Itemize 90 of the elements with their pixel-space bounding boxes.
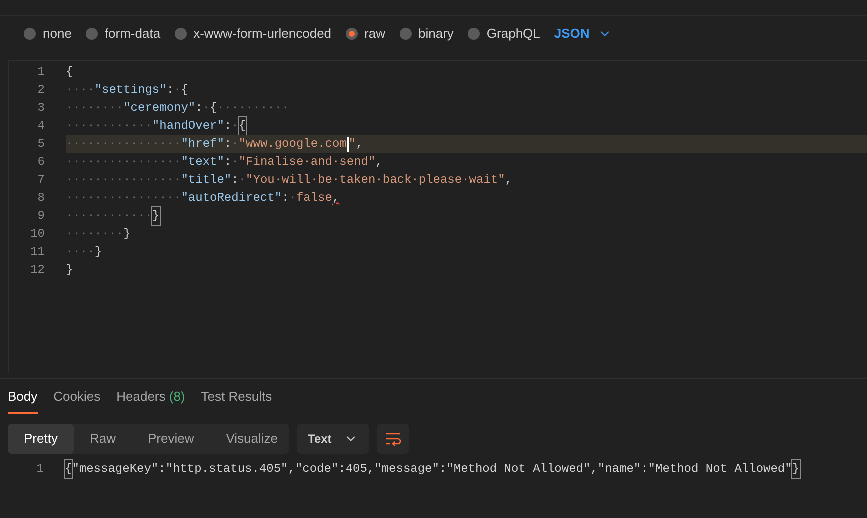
code-token: : xyxy=(282,190,290,207)
code-token: , xyxy=(505,172,512,189)
code-token: : xyxy=(224,154,232,171)
whitespace-dots: ············ xyxy=(66,208,152,225)
code-token: } xyxy=(66,262,74,279)
radio-label: binary xyxy=(418,25,454,44)
whitespace-dots: · xyxy=(238,172,246,189)
code-token: "Finalise·and·send" xyxy=(238,154,376,171)
whitespace-dots: ················ xyxy=(66,190,182,207)
whitespace-dots: ················ xyxy=(66,154,182,171)
line-number: 4 xyxy=(36,118,45,135)
code-token: : xyxy=(224,136,232,153)
code-token: "ceremony" xyxy=(124,100,196,117)
code-token: , xyxy=(356,136,364,153)
whitespace-dots: · xyxy=(174,82,182,99)
code-token: false xyxy=(296,190,332,207)
response-tab[interactable]: Headers (8) xyxy=(116,386,186,414)
code-token: } xyxy=(152,207,160,225)
whitespace-dots: ········ xyxy=(66,226,124,243)
code-editor[interactable] xyxy=(8,60,867,372)
code-token: : xyxy=(224,118,232,135)
code-token: "href" xyxy=(181,136,224,153)
radio-label: x-www-form-urlencoded xyxy=(194,25,332,44)
whitespace-dots: ················ xyxy=(66,136,182,153)
code-token: : xyxy=(232,172,239,189)
language-dropdown[interactable]: JSON xyxy=(554,24,612,44)
radio-label: raw xyxy=(364,25,386,44)
code-token: , xyxy=(376,154,383,171)
format-dropdown[interactable]: Text xyxy=(297,424,369,454)
radio-button[interactable] xyxy=(468,28,480,40)
whitespace-dots: ················ xyxy=(66,172,182,189)
whitespace-dots: · xyxy=(289,190,296,207)
radio-button[interactable] xyxy=(400,28,412,40)
line-number: 5 xyxy=(36,136,45,153)
line-number: 2 xyxy=(36,82,45,99)
code-token: "handOver" xyxy=(152,118,224,135)
view-mode-tab[interactable]: Visualize xyxy=(210,424,294,454)
line-number: 12 xyxy=(30,262,45,279)
code-token: { xyxy=(181,82,188,99)
code-token: } xyxy=(792,460,800,478)
code-token: , xyxy=(332,190,340,207)
code-token: { xyxy=(65,460,72,478)
code-token: "autoRedirect" xyxy=(181,190,282,207)
whitespace-dots: ············ xyxy=(66,118,152,135)
radio-button[interactable] xyxy=(86,28,98,40)
code-token: "title" xyxy=(181,172,232,189)
line-number: 6 xyxy=(36,154,45,171)
view-mode-tab[interactable]: Pretty xyxy=(8,424,74,454)
radio-label: GraphQL xyxy=(486,25,540,44)
radio-label: none xyxy=(43,25,72,44)
line-number: 1 xyxy=(36,64,45,81)
code-token: "messageKey":"http.status.405","code":405,"message":"Method Not Allowed","name":"Method Not Allowed" xyxy=(72,461,792,478)
line-number: 1 xyxy=(36,461,44,478)
line-number: 10 xyxy=(30,226,45,243)
code-token: " xyxy=(348,136,356,153)
whitespace-dots: · xyxy=(232,118,239,135)
code-token: { xyxy=(66,64,74,81)
line-number: 7 xyxy=(36,172,45,189)
code-token: : xyxy=(166,82,174,99)
response-tab[interactable]: Cookies xyxy=(54,386,101,414)
code-token: { xyxy=(210,100,218,117)
whitespace-dots: · xyxy=(202,100,210,117)
whitespace-dots: · xyxy=(232,136,239,153)
line-number: 8 xyxy=(36,190,45,207)
response-tab[interactable]: Test Results xyxy=(201,386,272,414)
code-token: "settings" xyxy=(94,82,167,99)
view-mode-tab[interactable]: Raw xyxy=(74,424,132,454)
code-token: } xyxy=(124,226,131,243)
radio-button[interactable] xyxy=(174,28,187,40)
code-token: } xyxy=(94,244,102,261)
code-token: "text" xyxy=(181,154,224,171)
response-tab[interactable]: Body xyxy=(8,386,38,414)
line-number: 11 xyxy=(30,244,45,261)
radio-button[interactable] xyxy=(24,28,36,40)
line-number: 9 xyxy=(36,208,45,225)
whitespace-dots: ···· xyxy=(66,82,95,99)
radio-label: form-data xyxy=(104,25,161,44)
code-token: "You·will·be·taken·back·please·wait" xyxy=(246,172,506,189)
line-number: 3 xyxy=(36,100,45,117)
whitespace-dots: ···· xyxy=(66,244,95,261)
view-mode-tab[interactable]: Preview xyxy=(132,424,210,454)
wrap-lines-button[interactable] xyxy=(376,424,409,454)
code-token: "www.google.com xyxy=(238,136,347,153)
radio-button[interactable] xyxy=(346,28,358,40)
whitespace-dots: · xyxy=(232,154,239,171)
code-token: : xyxy=(196,100,203,117)
whitespace-dots: ·········· xyxy=(217,100,290,117)
wrap-lines-icon xyxy=(384,432,401,446)
code-token: { xyxy=(238,117,246,135)
whitespace-dots: ········ xyxy=(66,100,124,117)
